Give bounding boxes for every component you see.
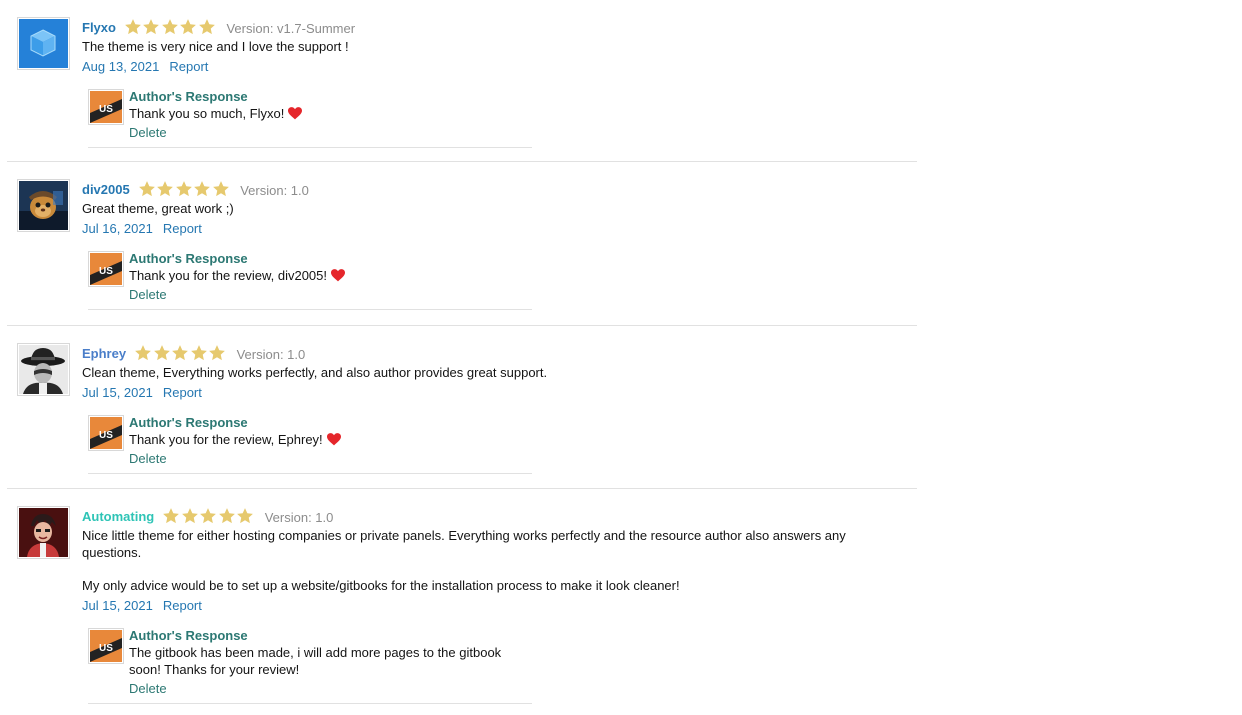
review-paragraph: Clean theme, Everything works perfectly,…	[82, 365, 548, 380]
review-version: Version: 1.0	[264, 510, 334, 525]
author-avatar[interactable]: US	[88, 251, 124, 287]
delete-response-link[interactable]: Delete	[129, 125, 167, 140]
response-title: Author's Response	[129, 89, 248, 104]
star-icon	[209, 345, 225, 361]
author-response: US Author's Response Thank you so much, …	[88, 89, 532, 148]
author-response: US Author's Response Thank you for the r…	[88, 251, 532, 310]
star-icon	[194, 181, 211, 197]
review-paragraph: My only advice would be to set up a webs…	[82, 578, 680, 593]
user-avatar-cube	[19, 19, 68, 68]
review-version: Version: v1.7-Summer	[226, 21, 356, 36]
star-icon	[143, 19, 160, 35]
response-text: The gitbook has been made, i will add mo…	[129, 645, 502, 677]
review-username[interactable]: div2005	[82, 182, 130, 197]
review-date[interactable]: Jul 16, 2021	[82, 221, 153, 236]
response-text: Thank you for the review, div2005!	[129, 267, 532, 284]
star-icon	[135, 345, 151, 361]
review-item: div2005 Version: 1.0 Great theme, great …	[7, 162, 917, 326]
star-icon	[200, 508, 217, 524]
star-icon	[162, 19, 178, 35]
author-logo-icon: US	[90, 417, 122, 449]
report-link[interactable]: Report	[169, 59, 208, 74]
star-icon	[199, 19, 215, 35]
heart-icon	[326, 433, 341, 446]
star-icon	[190, 345, 207, 361]
review-version: Version: 1.0	[236, 347, 306, 362]
review-date[interactable]: Jul 15, 2021	[82, 598, 153, 613]
review-date[interactable]: Aug 13, 2021	[82, 59, 159, 74]
response-title: Author's Response	[129, 415, 248, 430]
review-paragraph: Great theme, great work ;)	[82, 201, 234, 216]
star-icon	[172, 345, 188, 361]
review-list: Flyxo Version: v1.7-Summer The theme is …	[7, 0, 917, 715]
star-icon	[157, 181, 174, 197]
delete-response-link[interactable]: Delete	[129, 451, 167, 466]
report-link[interactable]: Report	[163, 385, 202, 400]
user-avatar-character	[19, 508, 68, 557]
rating-stars	[138, 180, 231, 198]
star-icon	[125, 19, 141, 35]
delete-response-link[interactable]: Delete	[129, 287, 167, 302]
delete-response-link[interactable]: Delete	[129, 681, 167, 696]
star-icon	[163, 508, 180, 524]
user-avatar-fedora	[19, 345, 68, 394]
rating-stars	[162, 507, 255, 525]
star-icon	[237, 508, 254, 524]
review-version: Version: 1.0	[240, 183, 309, 198]
review-item: Automating Version: 1.0 Nice little them…	[7, 489, 917, 715]
response-text: Thank you so much, Flyxo!	[129, 105, 532, 122]
svg-text:US: US	[99, 643, 113, 654]
response-title: Author's Response	[129, 628, 248, 643]
response-title: Author's Response	[129, 251, 248, 266]
report-link[interactable]: Report	[163, 598, 202, 613]
star-icon	[180, 19, 197, 35]
review-text: Great theme, great work ;)	[82, 200, 857, 217]
heart-icon	[288, 107, 303, 120]
review-item: Flyxo Version: v1.7-Summer The theme is …	[7, 0, 917, 162]
star-icon	[138, 181, 155, 197]
star-icon	[212, 181, 229, 197]
svg-text:US: US	[99, 430, 113, 441]
star-icon	[181, 508, 198, 524]
response-text: Thank you for the review, Ephrey!	[129, 431, 532, 448]
review-text: Clean theme, Everything works perfectly,…	[82, 364, 857, 381]
star-icon	[175, 181, 192, 197]
author-response: US Author's Response The gitbook has bee…	[88, 628, 532, 704]
review-text: The theme is very nice and I love the su…	[82, 38, 857, 55]
author-logo-icon: US	[90, 253, 122, 285]
star-icon	[218, 508, 235, 524]
review-username[interactable]: Flyxo	[82, 20, 116, 35]
star-icon	[153, 345, 170, 361]
user-avatar-detective	[19, 181, 68, 230]
rating-stars	[134, 344, 227, 362]
author-response: US Author's Response Thank you for the r…	[88, 415, 532, 474]
review-date[interactable]: Jul 15, 2021	[82, 385, 153, 400]
review-username[interactable]: Ephrey	[82, 346, 126, 361]
review-paragraph: Nice little theme for either hosting com…	[82, 528, 846, 560]
author-avatar[interactable]: US	[88, 628, 124, 664]
review-username[interactable]: Automating	[82, 509, 154, 524]
author-avatar[interactable]: US	[88, 415, 124, 451]
avatar[interactable]	[17, 17, 70, 70]
author-logo-icon: US	[90, 91, 122, 123]
avatar[interactable]	[17, 343, 70, 396]
svg-text:US: US	[99, 266, 113, 277]
review-item: Ephrey Version: 1.0 Clean theme, Everyth…	[7, 326, 917, 489]
author-logo-icon: US	[90, 630, 122, 662]
svg-text:US: US	[99, 104, 113, 115]
review-paragraph: The theme is very nice and I love the su…	[82, 39, 349, 54]
report-link[interactable]: Report	[163, 221, 202, 236]
author-avatar[interactable]: US	[88, 89, 124, 125]
avatar[interactable]	[17, 506, 70, 559]
heart-icon	[331, 269, 346, 282]
avatar[interactable]	[17, 179, 70, 232]
rating-stars	[124, 18, 217, 36]
review-text: Nice little theme for either hosting com…	[82, 527, 857, 594]
